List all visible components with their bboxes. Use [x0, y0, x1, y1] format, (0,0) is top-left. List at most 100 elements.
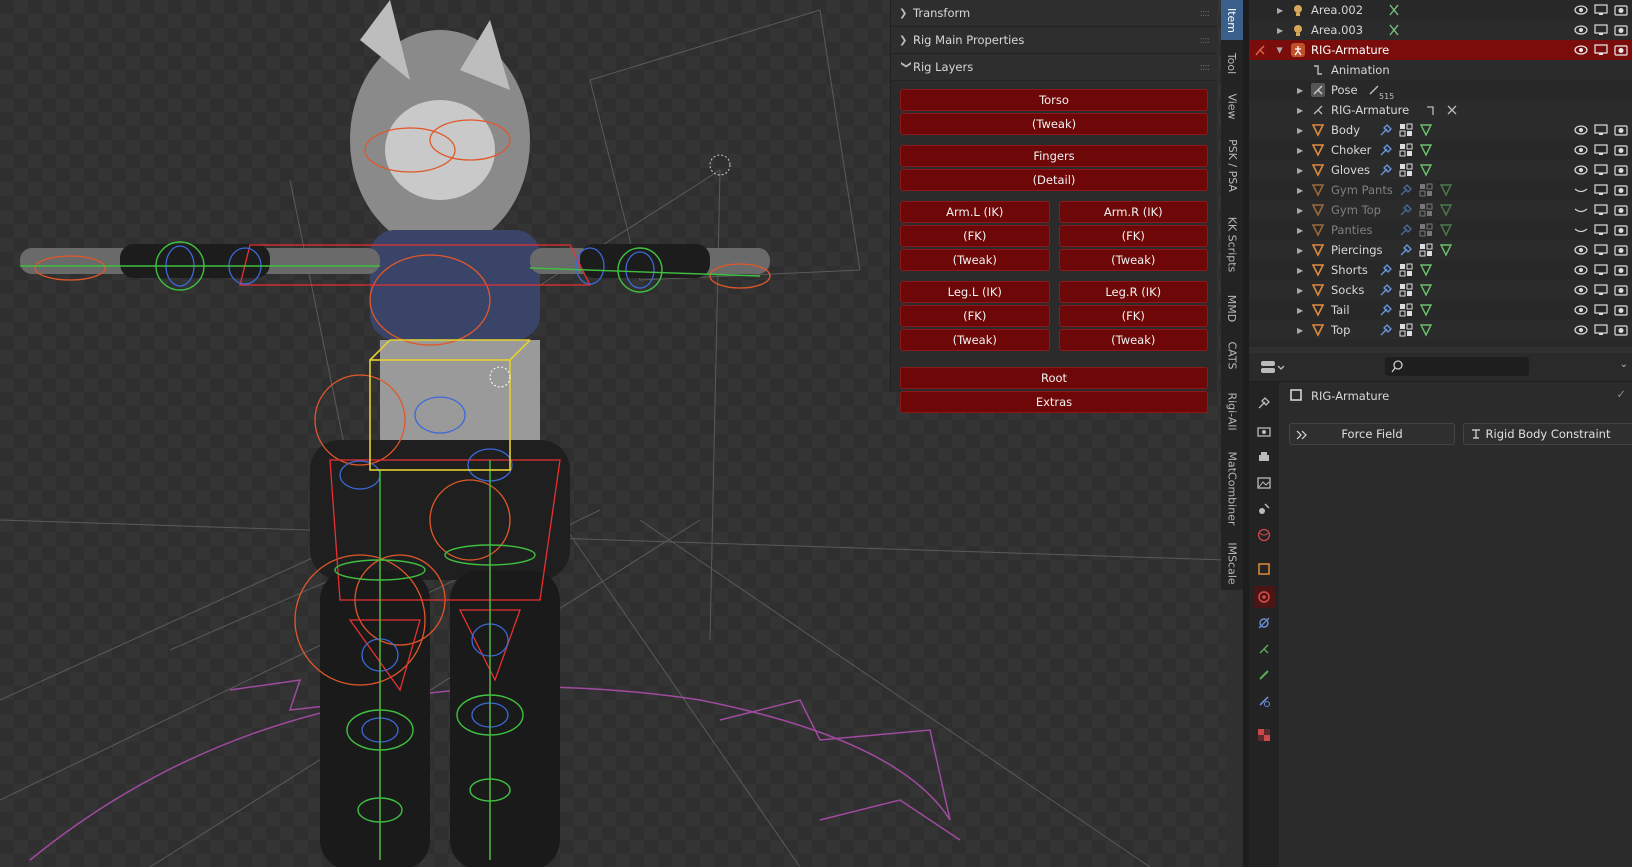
- eye-closed-icon[interactable]: [1574, 204, 1588, 216]
- eye-icon[interactable]: [1574, 304, 1588, 316]
- layer-leg-l-ik-button[interactable]: Leg.L (IK): [900, 281, 1050, 303]
- pin-icon[interactable]: ✓: [1616, 387, 1626, 401]
- monitor-icon[interactable]: [1594, 304, 1608, 316]
- tab-mmd[interactable]: MMD: [1221, 288, 1243, 328]
- force-field-button[interactable]: Force Field: [1289, 423, 1455, 445]
- expand-arrow-icon[interactable]: ▶: [1297, 306, 1303, 315]
- scene-tab[interactable]: [1253, 498, 1275, 520]
- output-tab[interactable]: [1253, 446, 1275, 468]
- expand-arrow-icon[interactable]: ▶: [1297, 286, 1303, 295]
- eye-icon[interactable]: [1574, 44, 1588, 56]
- monitor-icon[interactable]: [1594, 244, 1608, 256]
- camera-icon[interactable]: [1614, 324, 1628, 336]
- eye-icon[interactable]: [1574, 24, 1588, 36]
- camera-icon[interactable]: [1614, 44, 1628, 56]
- physics-tab[interactable]: [1253, 586, 1275, 608]
- panel-rig-main-properties-header[interactable]: ❯ Rig Main Properties ::::: [891, 27, 1217, 54]
- outliner-row-tail[interactable]: ▶ Tail: [1249, 300, 1632, 320]
- layer-leg-r-fk-button[interactable]: (FK): [1058, 305, 1208, 327]
- monitor-icon[interactable]: [1594, 204, 1608, 216]
- eye-icon[interactable]: [1574, 164, 1588, 176]
- eye-closed-icon[interactable]: [1574, 224, 1588, 236]
- eye-icon[interactable]: [1574, 324, 1588, 336]
- view-layer-tab[interactable]: [1253, 472, 1275, 494]
- texture-tab[interactable]: [1253, 724, 1275, 746]
- camera-icon[interactable]: [1614, 184, 1628, 196]
- outliner-row-shorts[interactable]: ▶ Shorts: [1249, 260, 1632, 280]
- eye-icon[interactable]: [1574, 4, 1588, 16]
- eye-icon[interactable]: [1574, 264, 1588, 276]
- outliner-row-animation[interactable]: Animation: [1249, 60, 1632, 80]
- monitor-icon[interactable]: [1594, 284, 1608, 296]
- monitor-icon[interactable]: [1594, 4, 1608, 16]
- expand-arrow-icon[interactable]: ▶: [1297, 126, 1303, 135]
- eye-icon[interactable]: [1574, 144, 1588, 156]
- monitor-icon[interactable]: [1594, 44, 1608, 56]
- panel-rig-layers-header[interactable]: ❯ Rig Layers ::::: [891, 54, 1217, 81]
- drag-grip-icon[interactable]: ::::: [1200, 35, 1211, 46]
- panel-transform-header[interactable]: ❯ Transform ::::: [891, 0, 1217, 27]
- tab-imscale[interactable]: IMScale: [1221, 536, 1243, 590]
- camera-icon[interactable]: [1614, 144, 1628, 156]
- outliner-row-rig-armature[interactable]: ▶ RIG-Armature: [1249, 40, 1632, 60]
- monitor-icon[interactable]: [1594, 124, 1608, 136]
- layer-root-button[interactable]: Root: [900, 367, 1208, 389]
- monitor-icon[interactable]: [1594, 144, 1608, 156]
- expand-arrow-icon[interactable]: ▶: [1297, 246, 1303, 255]
- eye-icon[interactable]: [1574, 244, 1588, 256]
- monitor-icon[interactable]: [1594, 264, 1608, 276]
- outliner-row-socks[interactable]: ▶ Socks: [1249, 280, 1632, 300]
- tab-matcombiner[interactable]: MatCombiner: [1221, 444, 1243, 532]
- camera-icon[interactable]: [1614, 24, 1628, 36]
- world-tab[interactable]: [1253, 524, 1275, 546]
- outliner-row-piercings[interactable]: ▶ Piercings: [1249, 240, 1632, 260]
- camera-icon[interactable]: [1614, 224, 1628, 236]
- editor-type-icon[interactable]: [1259, 358, 1285, 376]
- constraints-tab[interactable]: [1253, 612, 1275, 634]
- chevron-down-icon[interactable]: ⌄: [1620, 359, 1628, 370]
- expand-arrow-icon[interactable]: ▶: [1297, 206, 1303, 215]
- monitor-icon[interactable]: [1594, 24, 1608, 36]
- bone-constraints-tab[interactable]: [1253, 690, 1275, 712]
- layer-leg-r-ik-button[interactable]: Leg.R (IK): [1058, 281, 1208, 303]
- search-input[interactable]: [1385, 357, 1529, 376]
- object-data-tab[interactable]: [1253, 638, 1275, 660]
- expand-arrow-icon[interactable]: ▶: [1297, 266, 1303, 275]
- monitor-icon[interactable]: [1594, 224, 1608, 236]
- camera-icon[interactable]: [1614, 264, 1628, 276]
- layer-fingers-detail-button[interactable]: (Detail): [900, 169, 1208, 191]
- camera-icon[interactable]: [1614, 284, 1628, 296]
- camera-icon[interactable]: [1614, 304, 1628, 316]
- outliner-row-body[interactable]: ▶ Body: [1249, 120, 1632, 140]
- outliner-row-area-003[interactable]: ▶ Area.003: [1249, 20, 1632, 40]
- monitor-icon[interactable]: [1594, 324, 1608, 336]
- render-tab[interactable]: [1253, 420, 1275, 442]
- bone-tab[interactable]: [1253, 664, 1275, 686]
- pose-mode-icon[interactable]: [1253, 43, 1267, 57]
- expand-arrow-icon[interactable]: ▶: [1297, 226, 1303, 235]
- tab-rigi-all[interactable]: Rigi-All: [1221, 382, 1243, 440]
- object-tab[interactable]: [1253, 558, 1275, 580]
- expand-arrow-icon[interactable]: ▶: [1297, 146, 1303, 155]
- outliner-row-top[interactable]: ▶ Top: [1249, 320, 1632, 340]
- layer-leg-l-fk-button[interactable]: (FK): [900, 305, 1050, 327]
- layer-torso-button[interactable]: Torso: [900, 89, 1208, 111]
- tool-tab[interactable]: [1253, 392, 1275, 414]
- tab-tool[interactable]: Tool: [1221, 44, 1243, 82]
- expand-arrow-icon[interactable]: ▶: [1297, 166, 1303, 175]
- layer-fingers-button[interactable]: Fingers: [900, 145, 1208, 167]
- outliner-row-armature-data[interactable]: ▶ RIG-Armature: [1249, 100, 1632, 120]
- layer-arm-r-ik-button[interactable]: Arm.R (IK): [1058, 201, 1208, 223]
- layer-arm-r-tweak-button[interactable]: (Tweak): [1058, 249, 1208, 271]
- camera-icon[interactable]: [1614, 244, 1628, 256]
- expand-arrow-icon[interactable]: ▶: [1297, 186, 1303, 195]
- layer-leg-r-tweak-button[interactable]: (Tweak): [1058, 329, 1208, 351]
- drag-grip-icon[interactable]: ::::: [1200, 62, 1211, 73]
- camera-icon[interactable]: [1614, 124, 1628, 136]
- camera-icon[interactable]: [1614, 164, 1628, 176]
- outliner-row-choker[interactable]: ▶ Choker: [1249, 140, 1632, 160]
- tab-kk-scripts[interactable]: KK Scripts: [1221, 204, 1243, 284]
- layer-torso-tweak-button[interactable]: (Tweak): [900, 113, 1208, 135]
- expand-arrow-icon[interactable]: ▶: [1277, 6, 1283, 15]
- layer-leg-l-tweak-button[interactable]: (Tweak): [900, 329, 1050, 351]
